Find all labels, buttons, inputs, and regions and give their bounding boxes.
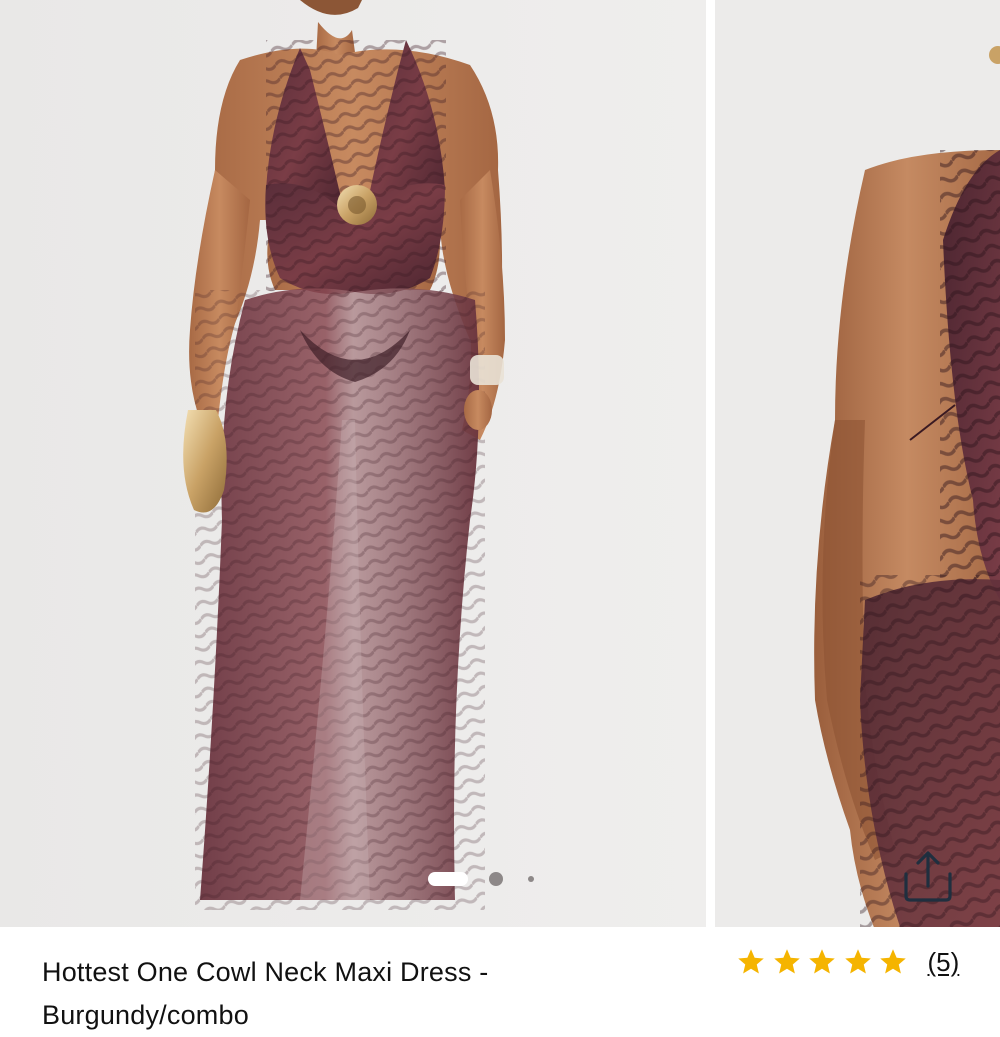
pagination-dot[interactable]	[528, 876, 534, 882]
pagination-dot-active[interactable]	[428, 872, 468, 886]
product-title-line1: Hottest One Cowl Neck Maxi Dress -	[42, 957, 489, 987]
product-title: Hottest One Cowl Neck Maxi Dress - Burgu…	[42, 951, 642, 1037]
star-icon	[843, 947, 873, 977]
pagination-dot[interactable]	[489, 872, 503, 886]
product-title-line2: Burgundy/combo	[42, 1000, 249, 1030]
review-count-link[interactable]: (5)	[928, 947, 960, 978]
product-image-carousel[interactable]	[0, 0, 1000, 927]
model-side-illustration	[715, 0, 1000, 927]
product-image-front[interactable]	[0, 0, 706, 927]
share-button[interactable]	[898, 848, 958, 904]
star-icon	[736, 947, 766, 977]
share-icon	[904, 851, 952, 902]
product-rating[interactable]: (5)	[736, 945, 959, 979]
star-icon	[878, 947, 908, 977]
star-icon	[807, 947, 837, 977]
star-icon	[772, 947, 802, 977]
model-front-illustration	[0, 0, 706, 927]
product-info: Hottest One Cowl Neck Maxi Dress - Burgu…	[0, 927, 1000, 1030]
carousel-pagination	[0, 870, 706, 888]
product-image-side[interactable]	[715, 0, 1000, 927]
